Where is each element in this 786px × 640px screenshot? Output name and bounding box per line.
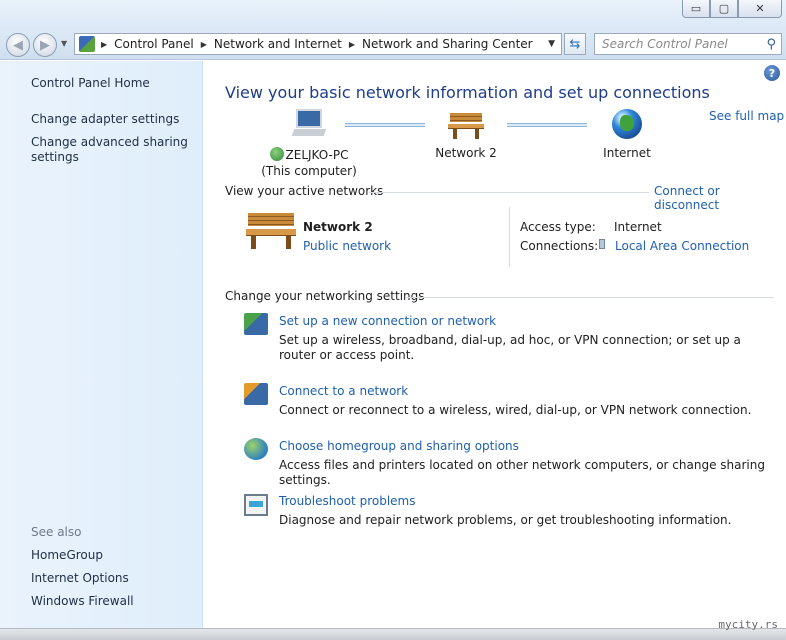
public-network-bench-icon [448,111,484,139]
connections-label: Connections: [520,239,599,253]
homegroup-icon [244,438,268,460]
address-bar[interactable]: ▶ Control Panel ▶ Network and Internet ▶… [74,33,562,55]
forward-arrow-icon: ▶ [40,37,50,53]
see-also-heading: See also [31,525,82,539]
sidebar-item-control-panel-home[interactable]: Control Panel Home [31,76,150,91]
change-settings-title: Change your networking settings [225,289,425,303]
access-type-value: Internet [614,220,662,234]
watermark: mycity.rs [718,618,778,631]
see-full-map-link[interactable]: See full map [709,109,784,123]
network-status-icon [269,147,284,161]
troubleshoot-problems-link[interactable]: Troubleshoot problems [279,494,415,508]
network-type-link[interactable]: Public network [303,239,391,253]
breadcrumb-arrow-icon[interactable]: ▶ [201,40,207,49]
homegroup-sharing-description: Access files and printers located on oth… [279,458,765,487]
set-up-new-connection-description: Set up a wireless, broadband, dial-up, a… [279,333,741,362]
internet-globe-icon [612,109,642,139]
homegroup-sharing-link[interactable]: Choose homegroup and sharing options [279,439,519,453]
sidebar-item-change-adapter-settings[interactable]: Change adapter settings [31,112,179,127]
maximize-button[interactable]: ▢ [710,0,738,18]
breadcrumb-control-panel[interactable]: Control Panel [114,37,194,51]
active-network-bench-icon [246,211,296,249]
sidebar-item-internet-options[interactable]: Internet Options [31,571,129,586]
back-button[interactable]: ◀ [6,33,30,57]
sidebar: Control Panel Home Change adapter settin… [0,61,203,628]
sidebar-item-windows-firewall[interactable]: Windows Firewall [31,594,134,609]
section-divider [369,192,649,193]
page-title: View your basic network information and … [225,83,710,102]
internet-label: Internet [603,146,651,160]
close-icon: ✕ [755,2,765,15]
computer-name: ZELJKO-PC [285,148,349,162]
help-icon[interactable]: ? [764,65,780,81]
section-divider [406,297,774,298]
minimize-button[interactable]: ▭ [682,0,710,18]
map-node-internet[interactable]: Internet [588,109,666,161]
map-node-computer[interactable]: ZELJKO-PC (This computer) [254,109,364,179]
close-button[interactable]: ✕ [738,0,782,18]
sidebar-item-homegroup[interactable]: HomeGroup [31,548,103,563]
recent-pages-dropdown[interactable]: ▼ [61,39,67,48]
connect-to-network-description: Connect or reconnect to a wireless, wire… [279,403,752,417]
troubleshoot-icon [244,494,268,516]
computer-icon [291,109,327,139]
breadcrumb-arrow-icon[interactable]: ▶ [349,40,355,49]
back-arrow-icon: ◀ [13,37,23,53]
active-network-name: Network 2 [303,220,373,234]
map-connector-line [345,123,425,127]
window-controls: ▭ ▢ ✕ [682,0,782,18]
window-bottom-edge [0,628,786,640]
sidebar-item-change-advanced-sharing[interactable]: Change advanced sharing settings [31,135,191,165]
new-connection-icon [244,313,268,335]
map-node-network[interactable]: Network 2 [426,111,506,161]
minimize-icon: ▭ [690,2,702,15]
active-networks-title: View your active networks [225,184,384,198]
troubleshoot-problems-description: Diagnose and repair network problems, or… [279,513,732,527]
breadcrumb-network-and-internet[interactable]: Network and Internet [214,37,342,51]
refresh-icon: ⇆ [569,36,581,52]
breadcrumb-arrow-icon[interactable]: ▶ [101,40,107,49]
access-type-label: Access type: [520,220,596,234]
ethernet-icon [599,237,607,251]
network-name: Network 2 [435,146,497,160]
breadcrumb-network-sharing-center[interactable]: Network and Sharing Center [362,37,533,51]
control-panel-icon [79,36,95,52]
vertical-divider [509,207,510,267]
connect-to-network-icon [244,383,268,405]
connect-to-network-link[interactable]: Connect to a network [279,384,408,398]
title-bar: ▭ ▢ ✕ [0,0,786,30]
set-up-new-connection-link[interactable]: Set up a new connection or network [279,314,496,328]
search-input[interactable]: Search Control Panel ⚲ [594,33,782,55]
maximize-icon: ▢ [718,2,730,15]
local-area-connection-link[interactable]: Local Area Connection [615,239,749,253]
main-content: ? View your basic network information an… [204,61,786,628]
refresh-button[interactable]: ⇆ [564,33,586,55]
map-connector-line [507,123,587,127]
search-placeholder: Search Control Panel [602,37,728,51]
computer-subtitle: (This computer) [261,164,357,178]
search-icon[interactable]: ⚲ [766,37,776,52]
address-dropdown-icon[interactable]: ▼ [548,39,555,49]
connect-or-disconnect-link[interactable]: Connect or disconnect [654,184,786,212]
forward-button[interactable]: ▶ [33,33,57,57]
navigation-bar: ◀ ▶ ▼ ▶ Control Panel ▶ Network and Inte… [0,30,786,60]
